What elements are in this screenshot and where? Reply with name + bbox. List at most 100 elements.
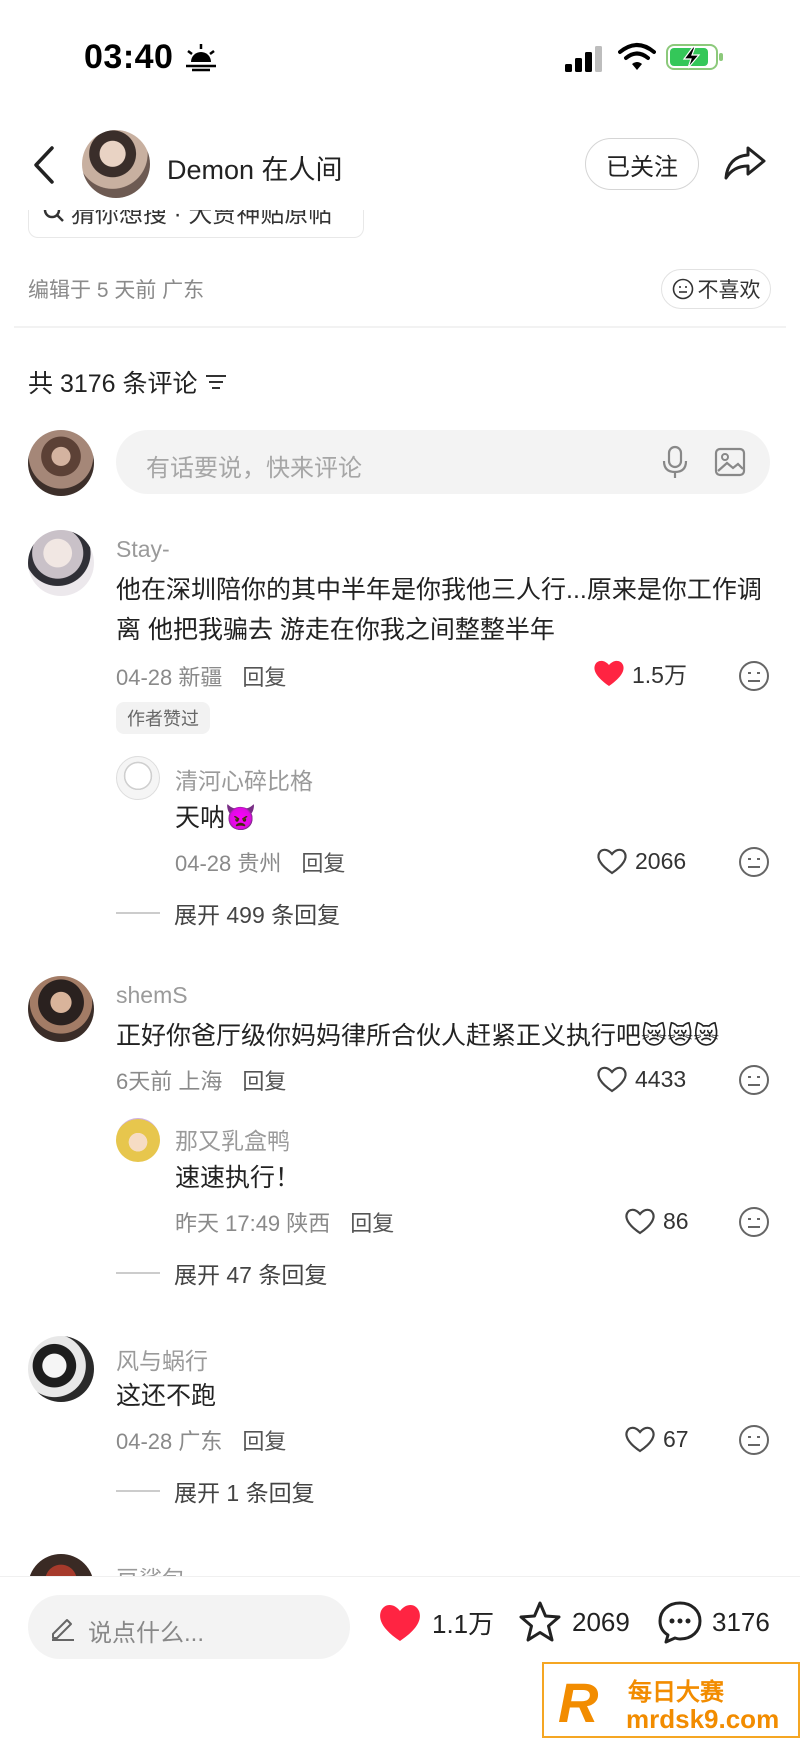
reply-button[interactable]: 回复 [242,1429,286,1454]
reply-avatar[interactable] [116,1118,160,1162]
star-icon [519,1601,561,1642]
comment-date-location: 04-28 新疆 [116,665,223,690]
mic-icon[interactable] [658,444,692,480]
edit-info: 编辑于 5 天前 广东 [28,279,205,302]
watermark-r-glyph: R [558,1671,599,1734]
like-count: 4433 [635,1065,687,1092]
watermark-url: mrdsk9.com [626,1704,780,1734]
dislike-label: 不喜欢 [697,279,761,302]
watermark-logo: R 每日大赛 mrdsk9.com [542,1662,800,1738]
reply-avatar[interactable] [116,756,160,800]
heart-filled-icon [594,660,624,686]
comment-meta: 04-28 新疆 回复 [116,660,286,692]
share-icon[interactable] [722,140,768,186]
post-like-button[interactable]: 1.1万 [376,1599,494,1645]
image-icon[interactable] [714,446,746,478]
comment-avatar[interactable] [28,530,94,596]
status-time: 03:40 [84,38,174,76]
reply-username[interactable]: 清河心碎比格 [175,762,313,796]
like-button[interactable]: 67 [623,1424,689,1454]
post-header: Demon 在人间 已关注 [0,120,800,210]
sort-icon[interactable] [204,371,228,393]
chat-icon [658,1601,702,1644]
post-like-count: 1.1万 [432,1608,495,1639]
watermark-title: 每日大赛 [628,1679,724,1706]
reply-date-location: 04-28 贵州 [175,851,282,876]
reply-button[interactable]: 回复 [350,1211,394,1236]
reply-meta: 昨天 17:49 陕西 回复 [175,1206,394,1238]
back-icon[interactable] [30,142,60,188]
reply-button[interactable]: 回复 [301,851,345,876]
like-button[interactable]: 86 [623,1206,689,1236]
author-liked-badge: 作者赞过 [116,702,210,734]
expand-replies[interactable]: 展开 1 条回复 [116,1474,315,1508]
expand-line [116,912,160,914]
comment-text[interactable]: 这还不跑 [116,1376,216,1416]
say-something-placeholder: 说点什么... [88,1620,205,1647]
expand-replies-label: 展开 47 条回复 [174,1262,328,1288]
author-name[interactable]: Demon 在人间 [167,148,343,187]
meh-face-icon[interactable] [738,1424,770,1456]
reply-username[interactable]: 那又乳盒鸭 [175,1122,290,1156]
reply-button[interactable]: 回复 [242,665,286,690]
expand-replies[interactable]: 展开 47 条回复 [116,1256,327,1290]
comment-text[interactable]: 正好你爸厅级你妈妈律所合伙人赶紧正义执行吧😿😿😿 [116,1016,776,1056]
comment-avatar[interactable] [28,976,94,1042]
say-something-input[interactable]: 说点什么... [28,1595,350,1659]
signal-icon [565,46,602,72]
expand-replies-label: 展开 499 条回复 [174,902,341,928]
like-button[interactable]: 2066 [595,846,686,876]
comment-text[interactable]: 他在深圳陪你的其中半年是你我他三人行...原来是你工作调离 他把我骗去 游走在你… [116,570,776,650]
expand-replies-label: 展开 1 条回复 [174,1480,315,1506]
comment-avatar[interactable] [28,1336,94,1402]
comment-meta: 04-28 广东 回复 [116,1424,286,1456]
status-bar: 03:40 [0,0,800,110]
heart-filled-icon [380,1604,420,1641]
meh-face-icon[interactable] [738,1064,770,1096]
reply-meta: 04-28 贵州 回复 [175,846,345,878]
reply-button[interactable]: 回复 [242,1069,286,1094]
comment-count-label: 共 3176 条评论 [28,370,198,398]
like-count: 1.5万 [632,662,687,688]
like-button[interactable]: 4433 [595,1064,686,1094]
author-avatar[interactable] [82,130,150,198]
expand-line [116,1272,160,1274]
topic-tag[interactable]: 猜你想搜 · 大贾神贴原帖 [28,210,364,238]
comment-username[interactable]: shemS [116,982,188,1009]
my-avatar [28,430,94,496]
comment-input[interactable]: 有话要说，快来评论 [116,430,770,494]
reply-text[interactable]: 速速执行！ [175,1158,300,1198]
comment-date-location: 04-28 广东 [116,1429,223,1454]
post-comment-count: 3176 [712,1606,770,1637]
comment-date-location: 6天前 上海 [116,1069,223,1094]
like-button[interactable]: 1.5万 [592,656,687,690]
heart-icon [597,1066,627,1093]
meh-face-icon[interactable] [738,660,770,692]
dislike-button[interactable]: 不喜欢 [661,269,771,309]
like-count: 86 [663,1207,689,1234]
heart-icon [625,1208,655,1235]
topic-tag-text: 猜你想搜 · 大贾神贴原帖 [71,210,333,228]
meh-face-icon[interactable] [738,846,770,878]
sun-horizon-icon [186,44,216,72]
meh-face-icon[interactable] [738,1206,770,1238]
comment-input-placeholder: 有话要说，快来评论 [146,455,362,482]
follow-button[interactable]: 已关注 [585,138,699,190]
search-icon [43,210,64,222]
reply-date-location: 昨天 17:49 陕西 [175,1211,331,1236]
like-count: 2066 [635,847,687,874]
comment-username[interactable]: 风与蜗行 [116,1342,208,1376]
post-comment-button[interactable]: 3176 [656,1599,770,1645]
comment-username[interactable]: Stay- [116,536,170,563]
post-collect-count: 2069 [572,1606,630,1637]
meh-face-icon [672,278,693,300]
battery-charging-icon [666,44,723,70]
reply-text[interactable]: 天呐👿 [175,798,256,838]
expand-replies[interactable]: 展开 499 条回复 [116,896,340,930]
wifi-icon [618,43,656,70]
post-collect-button[interactable]: 2069 [516,1599,630,1645]
expand-line [116,1490,160,1492]
pen-icon [52,1619,74,1641]
comment-count[interactable]: 共 3176 条评论 [28,364,228,400]
divider [14,326,786,328]
